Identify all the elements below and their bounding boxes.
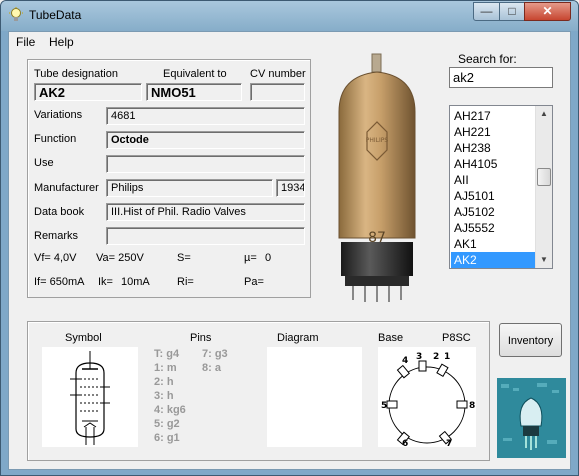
lightbulb-icon: [9, 7, 23, 21]
list-scrollbar[interactable]: ▲ ▼: [535, 106, 552, 268]
function-label: Function: [34, 133, 77, 145]
list-item[interactable]: AII: [451, 172, 535, 188]
search-input[interactable]: [449, 67, 553, 88]
list-item[interactable]: AK1: [451, 236, 535, 252]
list-item[interactable]: AH238: [451, 140, 535, 156]
equivalent-label: Equivalent to: [163, 68, 227, 80]
year-field[interactable]: 1934: [276, 179, 305, 197]
equivalent-field[interactable]: NMO51: [146, 83, 242, 101]
scroll-up-icon[interactable]: ▲: [536, 106, 552, 122]
window-title: TubeData: [29, 8, 82, 22]
base-box: 1 2 3 4 5 6 7 8: [378, 347, 476, 449]
variations-field[interactable]: 4681: [106, 107, 305, 125]
minimize-icon: —: [480, 4, 493, 18]
use-label: Use: [34, 157, 54, 169]
base-pin-number: 4: [402, 356, 408, 366]
base-pinout: 1 2 3 4 5 6 7 8: [381, 352, 475, 449]
symbol-label: Symbol: [65, 332, 102, 344]
function-field[interactable]: Octode: [106, 131, 305, 149]
menu-help[interactable]: Help: [49, 35, 74, 49]
menu-file[interactable]: File: [16, 35, 35, 49]
list-item[interactable]: AJ5101: [451, 188, 535, 204]
client-area: File Help Tube designation Equivalent to…: [8, 31, 571, 470]
minimize-button[interactable]: —: [473, 2, 500, 21]
app-window: TubeData — □ ✕ File Help Tube designatio…: [0, 0, 579, 476]
ik-value: 10mA: [121, 276, 150, 288]
list-item[interactable]: AH221: [451, 124, 535, 140]
list-item[interactable]: AH217: [451, 108, 535, 124]
base-type-label: P8SC: [442, 332, 471, 344]
designation-field[interactable]: AK2: [34, 83, 142, 101]
close-button[interactable]: ✕: [524, 2, 571, 21]
vf-value: Vf= 4,0V: [34, 252, 77, 264]
base-pin-number: 8: [469, 401, 475, 411]
cv-field[interactable]: [250, 83, 305, 101]
diagram-label: Diagram: [277, 332, 319, 344]
pin-entry: 5: g2: [154, 418, 180, 430]
base-pin-number: 5: [381, 401, 387, 411]
s-label: S=: [177, 252, 191, 264]
pin-entry: 2: h: [154, 376, 174, 388]
va-value: Va= 250V: [96, 252, 144, 264]
base-pin-number: 2: [433, 352, 439, 362]
menu-bar: File Help: [9, 32, 570, 52]
databook-field[interactable]: III.Hist of Phil. Radio Valves: [106, 203, 305, 221]
app-logo: [497, 378, 566, 458]
pa-label: Pa=: [244, 276, 264, 288]
mu-value: 0: [265, 252, 272, 264]
use-field[interactable]: [106, 155, 305, 173]
manufacturer-field[interactable]: Philips: [106, 179, 273, 197]
designation-label: Tube designation: [34, 68, 118, 80]
title-bar[interactable]: TubeData — □ ✕: [1, 1, 578, 31]
base-label: Base: [378, 332, 404, 344]
ik-label: Ik=: [98, 276, 113, 288]
search-label: Search for:: [458, 52, 517, 66]
results-list[interactable]: AH217 AH221 AH238 AH4105 AII AJ5101 AJ51…: [449, 105, 553, 269]
ri-label: Ri=: [177, 276, 194, 288]
symbol-box: [42, 347, 138, 447]
cv-label: CV number: [250, 68, 306, 80]
base-pin-number: 7: [446, 439, 452, 447]
pin-entry: T: g4: [154, 348, 180, 360]
databook-label: Data book: [34, 206, 85, 218]
scroll-thumb[interactable]: [537, 168, 551, 186]
if-value: If= 650mA: [34, 276, 85, 288]
pin-entry: 1: m: [154, 362, 177, 374]
pin-entry: 8: a: [202, 362, 221, 374]
list-item[interactable]: AJ5552: [451, 220, 535, 236]
base-pin-number: 6: [402, 439, 408, 447]
pin-entry: 6: g1: [154, 432, 180, 444]
scroll-down-icon[interactable]: ▼: [536, 252, 552, 268]
list-item-selected[interactable]: AK2: [451, 252, 535, 268]
remarks-label: Remarks: [34, 230, 79, 242]
remarks-field[interactable]: [106, 227, 305, 245]
list-item[interactable]: AH4105: [451, 156, 535, 172]
pin-entry: 7: g3: [202, 348, 228, 360]
inventory-button[interactable]: Inventory: [499, 323, 562, 357]
tube-photo: PHILIPS 87: [338, 53, 416, 302]
close-icon: ✕: [542, 4, 553, 18]
maximize-button[interactable]: □: [499, 2, 525, 21]
pin-entry: 4: kg6: [154, 404, 186, 416]
base-pin-number: 3: [416, 352, 422, 362]
diagram-box: [267, 347, 362, 447]
base-pin-number: 1: [444, 352, 450, 362]
pin-entry: 3: h: [154, 390, 174, 402]
mu-label: µ=: [244, 252, 257, 264]
list-item[interactable]: AJ5102: [451, 204, 535, 220]
variations-label: Variations: [34, 109, 83, 121]
manufacturer-label: Manufacturer: [34, 182, 99, 194]
svg-text:PHILIPS: PHILIPS: [366, 137, 389, 144]
maximize-icon: □: [508, 4, 516, 18]
tube-symbol: [70, 351, 110, 445]
pins-label: Pins: [190, 332, 212, 344]
